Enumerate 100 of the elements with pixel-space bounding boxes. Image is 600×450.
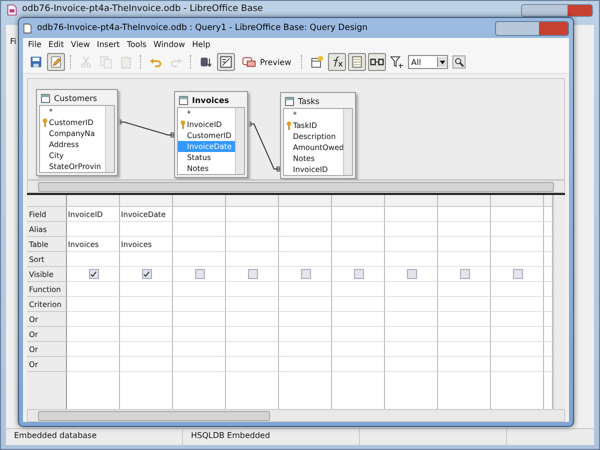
table-title[interactable]: Customers [39,92,115,105]
grid-cell[interactable] [226,312,279,327]
column-header[interactable] [438,195,491,207]
checkbox[interactable] [248,269,258,279]
grid-cell[interactable] [438,267,491,282]
grid-cell[interactable] [226,252,279,267]
link-button[interactable] [368,53,386,71]
grid-cell[interactable] [491,357,544,372]
grid-cell[interactable] [226,327,279,342]
grid-cell[interactable] [491,327,544,342]
grid-cell[interactable] [385,342,438,357]
grid-cell[interactable] [173,312,226,327]
grid-cell[interactable] [279,222,332,237]
grid-cell[interactable] [438,342,491,357]
caret-icon[interactable] [437,57,448,67]
grid-cell[interactable] [67,327,120,342]
grid-cell[interactable] [491,312,544,327]
grid-cell[interactable] [385,222,438,237]
horizontal-scrollbar[interactable] [27,409,565,422]
vertical-scrollbar[interactable] [553,195,565,409]
grid-cell[interactable] [173,237,226,252]
grid-cell[interactable] [226,282,279,297]
grid-cell[interactable] [67,342,120,357]
vertical-scrollbar[interactable] [105,106,114,172]
grid-cell[interactable] [67,252,120,267]
grid-cell[interactable] [226,297,279,312]
grid-cell[interactable] [226,267,279,282]
grid-cell[interactable] [385,312,438,327]
grid-cell[interactable] [120,222,173,237]
grid-cell[interactable] [332,342,385,357]
column-header[interactable] [279,195,332,207]
grid-cell[interactable] [279,327,332,342]
checkbox[interactable] [460,269,470,279]
vertical-scrollbar[interactable] [343,109,352,175]
column-header[interactable] [226,195,279,207]
grid-cell[interactable] [491,237,544,252]
grid-cell[interactable] [279,252,332,267]
grid-cell[interactable] [67,357,120,372]
pencil-button[interactable] [47,53,65,71]
grid-cell[interactable] [491,297,544,312]
table-title[interactable]: Invoices [177,94,245,107]
checkbox[interactable] [194,269,204,279]
grid-cell[interactable] [332,207,385,222]
grid-cell[interactable] [120,267,173,282]
grid-cell[interactable] [173,327,226,342]
grid-cell[interactable] [385,252,438,267]
preview-button[interactable]: Preview [237,53,296,71]
grid-cell[interactable] [385,282,438,297]
grid-cell[interactable] [67,222,120,237]
grid-cell[interactable] [173,342,226,357]
column-header[interactable] [120,195,173,207]
grid-cell[interactable] [120,297,173,312]
grid-cell[interactable] [67,297,120,312]
grid-cell[interactable] [332,357,385,372]
grid-cell[interactable] [332,252,385,267]
grid-cell[interactable] [438,357,491,372]
grid-cell[interactable] [173,222,226,237]
grid-cell[interactable] [279,282,332,297]
function-button[interactable] [328,53,346,71]
grid-cell[interactable] [120,327,173,342]
grid-cell[interactable] [385,237,438,252]
menu-item[interactable]: Fi [10,37,16,46]
menu-item[interactable]: Window [150,40,188,49]
grid-cell[interactable] [332,282,385,297]
design-view-button[interactable] [217,53,235,71]
grid-cell[interactable] [332,222,385,237]
menu-item[interactable]: File [25,40,44,49]
grid-cell[interactable] [332,312,385,327]
grid-cell[interactable] [173,267,226,282]
grid-cell[interactable] [332,327,385,342]
table-title[interactable]: Tasks [283,95,353,108]
checkbox[interactable] [354,269,364,279]
checkbox[interactable] [142,269,152,279]
grid-cell[interactable] [491,282,544,297]
grid-cell[interactable] [226,222,279,237]
grid-cell[interactable] [226,207,279,222]
grid-cell[interactable] [491,267,544,282]
grid-cell[interactable] [438,312,491,327]
grid-cell[interactable] [385,327,438,342]
vertical-scrollbar[interactable] [235,108,244,174]
filter-dropdown[interactable]: All [408,55,448,69]
grid-cell[interactable] [226,357,279,372]
menu-item[interactable]: Help [189,40,214,49]
grid-cell[interactable] [438,252,491,267]
grid-cell[interactable] [438,327,491,342]
grid-cell[interactable] [332,237,385,252]
grid-cell[interactable] [279,237,332,252]
grid-cell[interactable] [67,312,120,327]
grid-cell[interactable] [279,267,332,282]
grid-cell[interactable] [438,237,491,252]
grid-cell[interactable] [173,207,226,222]
column-header[interactable] [491,195,544,207]
grid-cell[interactable] [120,357,173,372]
column-header[interactable] [332,195,385,207]
grid-cell[interactable] [491,342,544,357]
grid-cell[interactable] [332,267,385,282]
grid-cell[interactable] [120,252,173,267]
checkbox[interactable] [300,269,310,279]
grid-cell[interactable] [438,207,491,222]
column-header[interactable] [67,195,120,207]
